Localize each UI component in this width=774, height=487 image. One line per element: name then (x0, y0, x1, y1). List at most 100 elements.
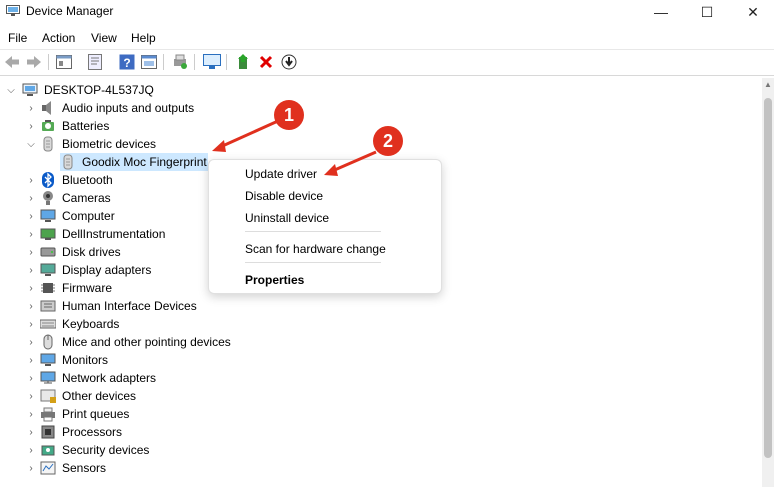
chevron-right-icon[interactable]: › (26, 337, 36, 348)
chevron-right-icon[interactable]: › (26, 355, 36, 366)
chevron-right-icon[interactable]: › (26, 409, 36, 420)
menu-uninstall-device[interactable]: Uninstall device (245, 211, 329, 225)
toolbar: ? (0, 49, 774, 76)
monitor-icon (40, 353, 56, 366)
computer-icon (22, 83, 38, 96)
tree-item-label: Disk drives (62, 245, 121, 259)
chevron-down-icon[interactable]: ⌵ (26, 139, 36, 150)
tree-item-label: Bluetooth (62, 173, 113, 187)
back-icon[interactable] (2, 52, 22, 72)
category-sensors[interactable]: › Sensors (0, 459, 300, 477)
chevron-down-icon[interactable]: ⌵ (6, 85, 16, 96)
security-icon (41, 445, 55, 456)
window-title: Device Manager (26, 4, 114, 18)
scrollbar-thumb[interactable] (764, 98, 772, 458)
category-other-devices[interactable]: › Other devices (0, 387, 300, 405)
minimize-button[interactable]: — (638, 0, 684, 24)
update-driver-icon[interactable] (234, 52, 254, 72)
category-batteries[interactable]: › Batteries (0, 117, 300, 135)
category-print-queues[interactable]: › Print queues (0, 405, 300, 423)
chevron-right-icon[interactable]: › (26, 301, 36, 312)
view-icon[interactable] (139, 52, 159, 72)
toolbar-separator (194, 54, 195, 70)
tree-item-label: Firmware (62, 281, 112, 295)
camera-icon (43, 191, 53, 205)
speaker-icon (42, 101, 51, 115)
tree-root[interactable]: ⌵ DESKTOP-4L537JQ (0, 81, 300, 99)
tree-item-label: Keyboards (62, 317, 120, 331)
menu-disable-device[interactable]: Disable device (245, 189, 323, 203)
callout-badge-1: 1 (274, 100, 304, 130)
chevron-right-icon[interactable]: › (26, 211, 36, 222)
tree-item-label: Monitors (62, 353, 109, 367)
sensor-icon (40, 461, 56, 475)
show-hidden-icon[interactable] (85, 52, 105, 72)
chevron-right-icon[interactable]: › (26, 229, 36, 240)
category-monitors[interactable]: › Monitors (0, 351, 300, 369)
chevron-right-icon[interactable]: › (26, 193, 36, 204)
category-audio-inputs-and-outputs[interactable]: › Audio inputs and outputs (0, 99, 300, 117)
chevron-right-icon[interactable]: › (26, 445, 36, 456)
unknown-device-icon (40, 389, 56, 403)
tree-item-label: Security devices (62, 443, 150, 457)
tree-item-label: Batteries (62, 119, 110, 133)
tree-item-label: Other devices (62, 389, 137, 403)
menu-update-driver[interactable]: Update driver (245, 167, 317, 181)
category-mice-and-other-pointing-devices[interactable]: › Mice and other pointing devices (0, 333, 300, 351)
menu-view[interactable]: View (91, 31, 117, 45)
tree-item-label: Goodix Moc Fingerprint (82, 155, 207, 169)
callout-badge-2: 2 (373, 126, 403, 156)
tree-item-label: Human Interface Devices (62, 299, 197, 313)
menu-file[interactable]: File (8, 31, 27, 45)
print-icon[interactable] (170, 52, 190, 72)
chevron-right-icon[interactable]: › (26, 247, 36, 258)
chevron-right-icon[interactable]: › (26, 319, 36, 330)
close-button[interactable]: ✕ (730, 0, 774, 24)
scan-hardware-icon[interactable] (202, 52, 222, 72)
category-biometric-devices[interactable]: ⌵ Biometric devices (0, 135, 300, 153)
menu-action[interactable]: Action (42, 31, 75, 45)
menu-scan-hardware[interactable]: Scan for hardware change (245, 242, 386, 256)
chevron-right-icon[interactable]: › (26, 283, 36, 294)
display-adapter-icon (40, 263, 56, 276)
tree-item-label: Processors (62, 425, 123, 439)
chevron-right-icon[interactable]: › (26, 391, 36, 402)
printer-icon (41, 407, 55, 422)
properties-window-icon[interactable] (54, 52, 74, 72)
chevron-right-icon[interactable]: › (26, 175, 36, 186)
vertical-scrollbar[interactable]: ▲ (762, 78, 774, 487)
toolbar-separator (163, 54, 164, 70)
bluetooth-icon (42, 172, 54, 188)
category-keyboards[interactable]: › Keyboards (0, 315, 300, 333)
mouse-icon (43, 334, 53, 350)
help-icon[interactable]: ? (117, 52, 137, 72)
category-security-devices[interactable]: › Security devices (0, 441, 300, 459)
scroll-up-icon[interactable]: ▲ (764, 81, 772, 89)
download-icon[interactable] (279, 52, 299, 72)
chevron-right-icon[interactable]: › (26, 463, 36, 474)
toolbar-separator (48, 54, 49, 70)
tree-item-label: Display adapters (62, 263, 152, 277)
tree-item-label: Biometric devices (62, 137, 157, 151)
menu-properties[interactable]: Properties (245, 273, 304, 287)
category-human-interface-devices[interactable]: › Human Interface Devices (0, 297, 300, 315)
cpu-icon (41, 425, 55, 439)
chevron-right-icon[interactable]: › (26, 121, 36, 132)
category-network-adapters[interactable]: › Network adapters (0, 369, 300, 387)
monitor-icon (40, 209, 56, 222)
uninstall-icon[interactable] (256, 52, 276, 72)
tree-item-label: Computer (62, 209, 115, 223)
menu-help[interactable]: Help (131, 31, 156, 45)
chevron-right-icon[interactable]: › (26, 265, 36, 276)
fingerprint-icon (63, 154, 73, 170)
toolbar-separator (226, 54, 227, 70)
chevron-right-icon[interactable]: › (26, 373, 36, 384)
title-bar: Device Manager — ☐ ✕ (0, 0, 774, 24)
chevron-right-icon[interactable]: › (26, 103, 36, 114)
forward-icon[interactable] (24, 52, 44, 72)
chevron-right-icon[interactable]: › (26, 427, 36, 438)
maximize-button[interactable]: ☐ (684, 0, 730, 24)
category-processors[interactable]: › Processors (0, 423, 300, 441)
menu-bar: File Action View Help (0, 28, 774, 48)
tree-item-label: DellInstrumentation (62, 227, 166, 241)
